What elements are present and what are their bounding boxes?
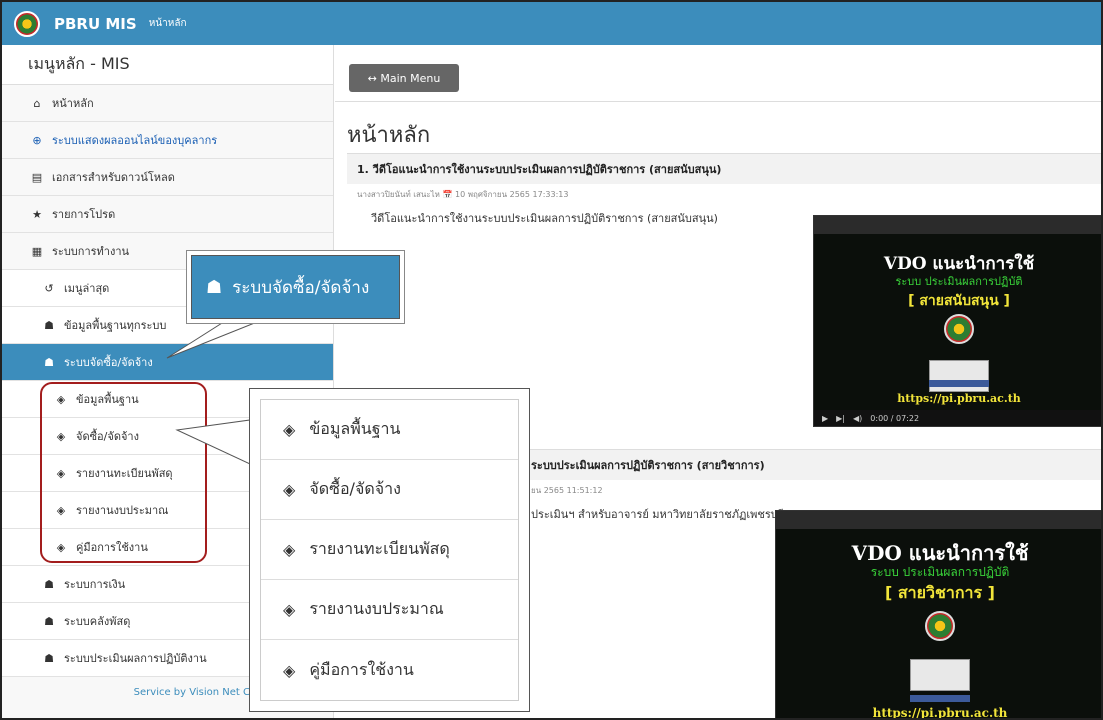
cubes-icon: ☗ — [44, 614, 54, 628]
video-time: 0:00 / 07:22 — [870, 413, 920, 423]
callout-item-base-data: ◈ ข้อมูลพื้นฐาน — [261, 400, 518, 460]
video-player-2[interactable]: VDO แนะนำการใช้ ระบบ ประเมินผลการปฏิบัติ… — [775, 510, 1101, 720]
sidebar-item-downloads[interactable]: ▤ เอกสารสำหรับดาวน์โหลด — [2, 159, 333, 196]
callout-item-label: รายงานทะเบียนพัสดุ — [309, 539, 450, 558]
play-icon[interactable]: ▶ — [822, 414, 828, 423]
next-icon[interactable]: ▶| — [836, 414, 845, 423]
cube-icon: ◈ — [283, 420, 296, 439]
sidebar-item-label: ระบบการทำงาน — [52, 245, 130, 258]
callout-item-budget-report: ◈ รายงานงบประมาณ — [261, 580, 518, 640]
callout-item-label: รายงานงบประมาณ — [309, 599, 444, 618]
star-icon: ★ — [32, 207, 42, 221]
document-icon: ▤ — [31, 170, 43, 184]
video-tag: [ สายวิชาการ ] — [885, 583, 995, 602]
grid-icon: ▦ — [31, 244, 43, 258]
cube-icon: ◈ — [283, 660, 296, 680]
top-navbar: PBRU MIS หน้าหลัก — [2, 2, 1101, 45]
sidebar-item-label: ระบบแสดงผลออนไลน์ของบุคลากร — [52, 134, 218, 147]
callout-item-manual: ◈ คู่มือการใช้งาน — [261, 640, 518, 700]
video-subtitle: ระบบ ประเมินผลการปฏิบัติ — [870, 565, 1010, 579]
video-login-button — [910, 695, 970, 702]
video-url: https://pi.pbru.ac.th — [872, 706, 1008, 720]
callout-label: ระบบจัดซื้อ/จัดจ้าง — [232, 277, 370, 298]
sidebar-item-favorites[interactable]: ★ รายการโปรด — [2, 196, 333, 233]
callout-item-label: ข้อมูลพื้นฐาน — [309, 419, 401, 438]
post-title[interactable]: 1. วีดีโอแนะนำการใช้งานระบบประเมินผลการป… — [347, 153, 1101, 184]
main-menu-button[interactable]: ↔ Main Menu — [349, 64, 459, 92]
globe-icon: ⊕ — [32, 133, 42, 147]
callout-item-asset-report: ◈ รายงานทะเบียนพัสดุ — [261, 520, 518, 580]
post-meta: นางสาวปิยนันท์ เสนะไห 📅 10 พฤศจิกายน 256… — [357, 190, 569, 199]
video-tag: [ สายสนับสนุน ] — [908, 293, 1010, 309]
video-player-1[interactable]: VDO แนะนำการใช้ ระบบ ประเมินผลการปฏิบัติ… — [813, 215, 1101, 427]
cubes-icon: ☗ — [44, 355, 54, 369]
cube-icon: ◈ — [283, 540, 296, 559]
video-topbar — [814, 216, 1101, 234]
cubes-icon: ☗ — [44, 651, 54, 665]
video-controls[interactable]: ▶ ▶| ◀) 0:00 / 07:22 — [814, 410, 1101, 426]
sidebar-item-procurement[interactable]: ☗ ระบบจัดซื้อ/จัดจ้าง — [2, 344, 333, 381]
callout-submenu-list: ◈ ข้อมูลพื้นฐาน ◈ จัดซื้อ/จัดจ้าง ◈ รายงานท… — [260, 399, 519, 701]
volume-icon[interactable]: ◀) — [853, 414, 862, 423]
video-login-button — [929, 380, 989, 387]
sidebar-item-online-display[interactable]: ⊕ ระบบแสดงผลออนไลน์ของบุคลากร — [2, 122, 333, 159]
history-icon: ↺ — [44, 281, 54, 295]
home-icon: ⌂ — [33, 96, 41, 110]
callout-submenu: ◈ ข้อมูลพื้นฐาน ◈ จัดซื้อ/จัดจ้าง ◈ รายงานท… — [249, 388, 530, 712]
university-logo-icon[interactable] — [14, 10, 40, 37]
screenshot-frame: PBRU MIS หน้าหลัก เมนูหลัก - MIS ⌂ หน้าหล… — [0, 0, 1103, 720]
cube-icon: ◈ — [283, 480, 296, 499]
video-subtitle: ระบบ ประเมินผลการปฏิบัติ — [895, 275, 1023, 288]
video-login-form — [910, 659, 970, 691]
video-seal-icon — [925, 611, 955, 641]
sidebar-item-home[interactable]: ⌂ หน้าหลัก — [2, 85, 333, 122]
cubes-icon: ☗ — [206, 276, 223, 298]
cubes-icon: ☗ — [44, 318, 54, 332]
sidebar-item-label: ระบบการเงิน — [64, 578, 126, 591]
callout-procurement: ☗ ระบบจัดซื้อ/จัดจ้าง — [191, 255, 400, 319]
sidebar-item-label: หน้าหลัก — [52, 97, 94, 110]
sidebar-item-label: ระบบคลังพัสดุ — [64, 615, 131, 628]
cubes-icon: ☗ — [44, 577, 54, 591]
video-login-form — [929, 360, 989, 392]
video-seal-icon — [944, 314, 974, 344]
video-url: https://pi.pbru.ac.th — [897, 392, 1021, 405]
sidebar-item-label: ระบบประเมินผลการปฏิบัติงาน — [64, 652, 207, 665]
callout-item-label: คู่มือการใช้งาน — [309, 659, 414, 679]
sidebar-item-label: รายการโปรด — [52, 208, 116, 221]
brand-home-link[interactable]: หน้าหลัก — [149, 16, 187, 31]
sidebar-title: เมนูหลัก - MIS — [2, 45, 333, 85]
video-topbar — [776, 511, 1101, 529]
cube-icon: ◈ — [283, 600, 296, 619]
page-title: หน้าหลัก — [347, 123, 431, 148]
sidebar-item-label: ระบบจัดซื้อ/จัดจ้าง — [64, 356, 153, 369]
divider — [335, 101, 1101, 102]
brand-title[interactable]: PBRU MIS — [54, 15, 137, 33]
callout-item-purchase: ◈ จัดซื้อ/จัดจ้าง — [261, 460, 518, 520]
sidebar-item-label: เมนูล่าสุด — [64, 282, 110, 295]
callout-item-label: จัดซื้อ/จัดจ้าง — [309, 479, 401, 498]
highlight-box — [40, 382, 207, 563]
sidebar-item-label: ข้อมูลพื้นฐานทุกระบบ — [64, 319, 167, 332]
sidebar-item-label: เอกสารสำหรับดาวน์โหลด — [52, 171, 175, 184]
